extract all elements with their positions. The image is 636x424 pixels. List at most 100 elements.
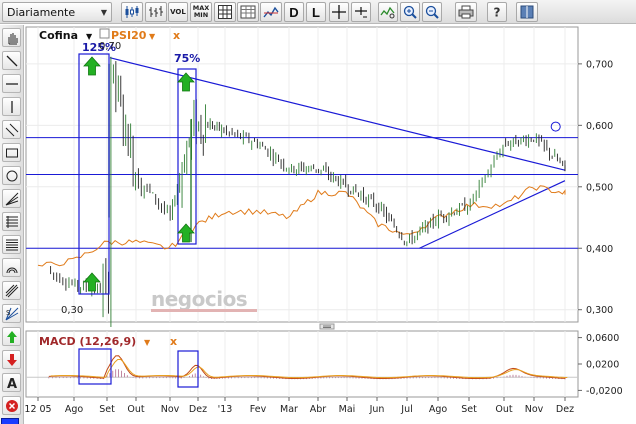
time-tick-label: Out xyxy=(127,404,144,415)
time-tick-label: Abr xyxy=(310,404,327,415)
time-tick-label: Ago xyxy=(65,404,84,415)
time-tick-label: Ago xyxy=(429,404,448,415)
daily-mode-label: D xyxy=(289,4,299,20)
time-tick-label: '13 xyxy=(218,404,233,415)
table-icon xyxy=(240,5,256,19)
levels-icon xyxy=(5,239,18,250)
arrow-up-green-icon xyxy=(6,330,17,343)
indicators-button[interactable] xyxy=(260,2,282,22)
svg-text:A: A xyxy=(7,377,17,390)
zoom-out-button[interactable] xyxy=(422,2,442,22)
daily-mode-button[interactable]: D xyxy=(284,2,304,22)
time-tick-label: Set xyxy=(461,404,477,415)
svg-text:?: ? xyxy=(494,6,501,20)
time-tick-label: Jul xyxy=(400,404,412,415)
sell-arrow-tool-button[interactable] xyxy=(2,350,21,369)
price-tick-label: 0,300 xyxy=(586,305,613,316)
rectangle-tool-button[interactable] xyxy=(2,143,21,162)
horizontal-line-icon xyxy=(5,82,18,85)
macd-tick-label: 0,0200 xyxy=(586,360,619,371)
high-price-label: 0,70 xyxy=(99,41,121,52)
chart-canvas: 0,700 0,600 0,500 0,400 0,300 0,0600 0,0200 -0… xyxy=(25,26,623,415)
volume-toggle-button[interactable]: VOL xyxy=(168,2,188,22)
macd-remove-button[interactable]: x xyxy=(170,335,177,348)
buy-arrow-tool-button[interactable] xyxy=(2,327,21,346)
speed-lines-icon: S xyxy=(5,307,18,320)
fibonacci-tool-button[interactable] xyxy=(2,212,21,231)
text-tool-button[interactable]: A xyxy=(2,373,21,392)
instrument-dropdown-icon[interactable]: ▼ xyxy=(86,32,93,41)
candlestick-icon xyxy=(125,6,139,18)
horizontal-line-button[interactable] xyxy=(351,2,371,22)
fibonacci-levels-tool-button[interactable] xyxy=(2,235,21,254)
ohlc-chart-button[interactable] xyxy=(145,2,167,22)
fan-lines-icon xyxy=(5,192,18,205)
line-mode-button[interactable]: L xyxy=(306,2,326,22)
gain-annotation-2: 75% xyxy=(174,52,200,65)
line-mode-label: L xyxy=(312,4,320,20)
compare-dropdown-icon[interactable]: ▼ xyxy=(149,32,156,41)
crosshair-button[interactable] xyxy=(329,2,349,22)
draw-table-button[interactable] xyxy=(237,2,259,22)
text-icon: A xyxy=(7,377,17,390)
time-tick-label: 12 05 xyxy=(25,404,52,415)
print-button[interactable] xyxy=(455,2,477,22)
zigzag-icon xyxy=(380,6,395,19)
time-tick-label: Mar xyxy=(280,404,298,415)
watermark-underline xyxy=(151,309,257,312)
time-tick-label: Jun xyxy=(369,404,385,415)
time-tick-label: Mai xyxy=(339,404,356,415)
price-axis: 0,700 0,600 0,500 0,400 0,300 xyxy=(578,59,613,316)
price-chart: 0,700 0,600 0,500 0,400 0,300 0,0600 0,0200 -0… xyxy=(25,25,636,424)
arrow-down-red-icon xyxy=(6,353,17,366)
period-select[interactable]: Diariamente ▼ xyxy=(2,2,112,22)
candlestick-chart-button[interactable] xyxy=(121,2,143,22)
speed-lines-tool-button[interactable]: S xyxy=(2,304,21,323)
pan-tool-button[interactable] xyxy=(2,28,21,47)
parallel-lines-tool-button[interactable] xyxy=(2,281,21,300)
time-tick-label: Set xyxy=(99,404,115,415)
color-picker-swatch[interactable] xyxy=(1,418,19,424)
instrument-label[interactable]: Cofina xyxy=(39,29,78,42)
trendline-tool-button[interactable] xyxy=(2,51,21,70)
maxmin-toggle-button[interactable]: MAX MIN xyxy=(190,2,212,22)
delete-icon xyxy=(5,399,18,412)
macd-dropdown-icon[interactable]: ▼ xyxy=(144,338,151,347)
compare-checkbox[interactable] xyxy=(99,28,110,39)
price-tick-label: 0,400 xyxy=(586,244,613,255)
volume-label: VOL xyxy=(170,7,186,16)
horizontal-line-tool-button[interactable] xyxy=(2,74,21,93)
ellipse-tool-button[interactable] xyxy=(2,166,21,185)
circle-icon xyxy=(6,170,17,181)
arc-icon xyxy=(6,267,17,273)
time-tick-label: Nov xyxy=(161,404,180,415)
zoom-in-icon xyxy=(403,5,417,19)
vertical-line-tool-button[interactable] xyxy=(2,97,21,116)
time-axis: 12 05 Ago Set Out Nov Dez '13 Fev Mar Abr Mai Jun Ju… xyxy=(25,397,574,415)
horizontal-line-icon xyxy=(355,7,367,18)
parallel-lines-icon xyxy=(5,284,18,297)
price-tick-label: 0,600 xyxy=(586,121,613,132)
time-tick-label: Fev xyxy=(250,404,267,415)
arc-tool-button[interactable] xyxy=(2,258,21,277)
channel-icon xyxy=(5,123,18,136)
channel-tool-button[interactable] xyxy=(2,120,21,139)
zoom-line-button[interactable] xyxy=(378,2,398,22)
zoom-in-button[interactable] xyxy=(400,2,420,22)
fan-tool-button[interactable] xyxy=(2,189,21,208)
ohlc-bars-icon xyxy=(149,6,163,17)
tutorial-button[interactable] xyxy=(516,2,538,22)
help-button[interactable]: ? xyxy=(487,2,507,22)
drawing-tools-panel: S A xyxy=(0,25,24,424)
svg-text:S: S xyxy=(6,309,11,317)
price-tick-label: 0,700 xyxy=(586,59,613,70)
grid-toggle-button[interactable] xyxy=(214,2,236,22)
macd-tick-label: -0,0200 xyxy=(586,386,623,397)
indicators-icon xyxy=(263,6,279,18)
time-tick-label: Dez xyxy=(556,404,574,415)
zoom-out-icon xyxy=(425,5,439,19)
compare-remove-button[interactable]: x xyxy=(173,29,180,42)
top-toolbar: Diariamente ▼ VOL MAX MIN D L ? xyxy=(0,0,636,24)
hand-icon xyxy=(8,32,17,44)
delete-drawings-button[interactable] xyxy=(2,396,21,415)
